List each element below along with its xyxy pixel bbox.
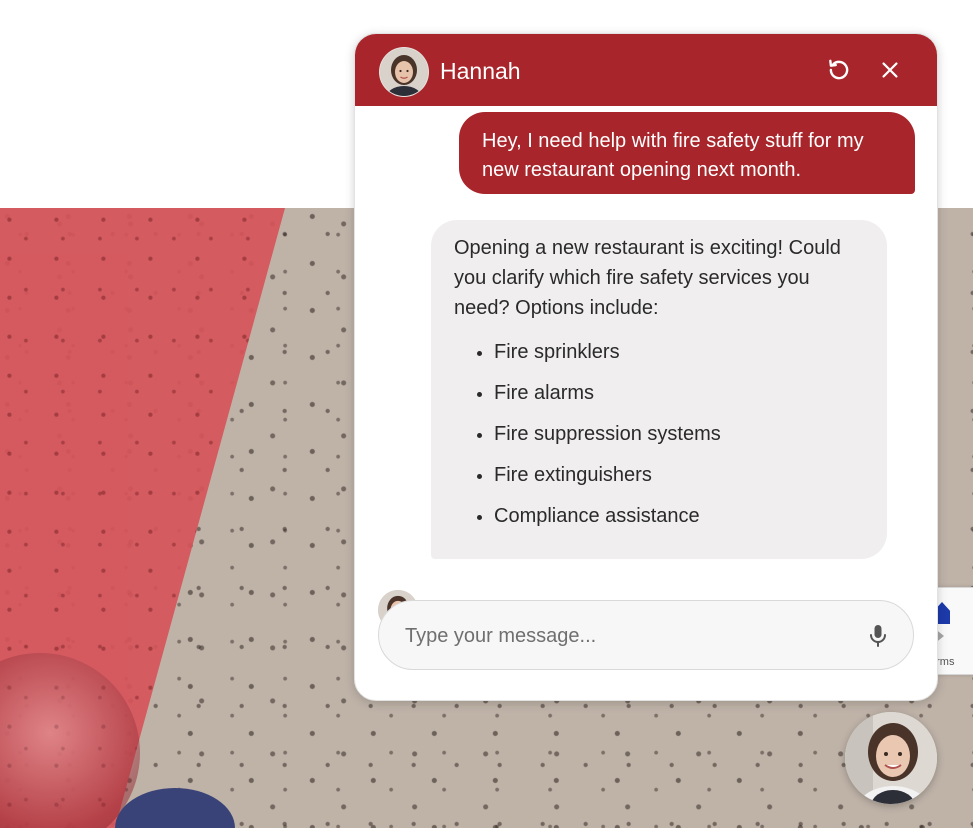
list-item: Compliance assistance [494,501,867,531]
chat-header: Hannah [355,34,937,106]
chat-window: Hannah Hey, I need help with fire safety… [354,33,938,701]
list-item: Fire extinguishers [494,460,867,490]
close-icon [882,62,898,78]
list-item: Fire suppression systems [494,419,867,449]
agent-name: Hannah [440,58,521,84]
service-options-list: Fire sprinklers Fire alarms Fire suppres… [454,337,867,531]
agent-photo [845,712,937,804]
bot-message-intro: Opening a new restaurant is exciting! Co… [454,237,841,319]
bot-message-bubble: Opening a new restaurant is exciting! Co… [431,220,887,559]
user-message-bubble: Hey, I need help with fire safety stuff … [459,112,915,194]
message-composer [378,600,914,670]
message-input[interactable] [403,619,847,653]
list-item: Fire alarms [494,378,867,408]
message-list[interactable]: Hey, I need help with fire safety stuff … [355,106,937,630]
chat-launcher-button[interactable] [845,712,937,804]
list-item: Fire sprinklers [494,337,867,367]
restart-button[interactable] [825,56,853,84]
microphone-icon [870,625,886,647]
restart-icon [829,59,849,80]
microphone-button[interactable] [866,623,890,649]
close-button[interactable] [876,56,904,84]
agent-avatar [379,47,429,97]
